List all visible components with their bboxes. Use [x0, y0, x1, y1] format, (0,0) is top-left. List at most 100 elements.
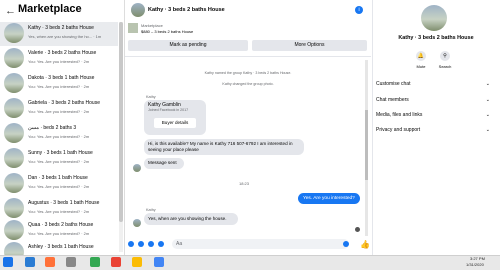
emoji-icon[interactable] [343, 241, 349, 247]
avatar [4, 48, 24, 68]
sender-name: Kathy [146, 95, 156, 99]
info-icon[interactable]: i [355, 6, 363, 14]
conversation-preview: You: Yes. Are you interested? · 2m [28, 84, 90, 89]
profile-card: Kathy Gamblin Joined Facebook in 2017 Bu… [144, 100, 206, 135]
conversation-name: Sunny · 3 beds 1 bath House [28, 150, 93, 156]
avatar [4, 98, 24, 118]
mute-icon[interactable]: 🔔 [416, 51, 426, 61]
mute-label: Mute [416, 64, 426, 69]
explorer-icon[interactable] [25, 257, 35, 267]
conversation-name: Kathy · 3 beds 2 baths House [28, 25, 94, 31]
conversation-name: Dan · 3 beds 1 bath House [28, 175, 88, 181]
conversation-item[interactable]: Valerie · 3 beds 2 baths House You: Yes.… [0, 47, 118, 71]
conversation-name: Dakota · 3 beds 1 bath House [28, 75, 95, 81]
message-bubble: Yes, when are you showing the house. [144, 213, 238, 225]
search-label: Search [438, 64, 452, 69]
chevron-down-icon: ⌄ [485, 81, 490, 87]
conversation-item[interactable]: Augustus · 3 beds 1 bath House You: Yes.… [0, 197, 118, 221]
read-receipt-icon [355, 227, 360, 232]
conversation-preview: You: Yes. Are you interested? · 2m [28, 209, 90, 214]
search-icon[interactable]: ⚲ [440, 51, 450, 61]
listing-title[interactable]: $880 – 3 beds 2 baths House [141, 29, 193, 34]
avatar [4, 242, 24, 255]
conversation-item[interactable]: Kathy · 3 beds 2 baths House Yes, when a… [0, 22, 118, 46]
conversation-item[interactable]: مسن · beds 2 baths 3 You: Yes. Are you i… [0, 122, 118, 146]
chrome-icon[interactable] [111, 257, 121, 267]
avatar [4, 220, 24, 240]
conversation-name: Augustus · 3 beds 1 bath House [28, 200, 100, 206]
section-label: Media, files and links [376, 112, 423, 118]
timestamp: 18:23 [239, 181, 250, 186]
more-options-button[interactable]: More Options [252, 40, 367, 51]
message-input[interactable] [172, 239, 349, 249]
avatar [4, 198, 24, 218]
conversation-name: Ashley · 3 beds 1 bath House [28, 244, 94, 250]
conversation-name: Valerie · 3 beds 2 baths House [28, 50, 97, 56]
section-chat-members[interactable]: Chat members ⌄ [376, 97, 492, 109]
avatar [4, 73, 24, 93]
gif-icon[interactable] [158, 241, 164, 247]
conversation-preview: You: Yes. Are you interested? · 2m [28, 231, 90, 236]
chevron-down-icon: ⌄ [485, 127, 490, 133]
conversation-preview: You: Yes. Are you interested? · 2m [28, 134, 90, 139]
arrow-left-icon[interactable]: ← [5, 5, 16, 17]
conversation-item[interactable]: Dan · 3 beds 1 bath House You: Yes. Are … [0, 172, 118, 196]
conversation-preview: Yes, when are you showing the ho... · 1m [28, 34, 102, 39]
avatar [4, 123, 24, 143]
avatar [133, 219, 141, 227]
system-message: Kathy named the group Kathy · 3 beds 2 b… [204, 71, 292, 75]
chat-scrollbar-thumb[interactable] [365, 110, 368, 180]
chevron-down-icon: ⌄ [485, 112, 490, 118]
section-label: Customise chat [376, 81, 411, 87]
chrome-icon[interactable] [90, 257, 100, 267]
sidebar-scrollbar-thumb[interactable] [119, 22, 123, 222]
chrome-icon[interactable] [132, 257, 142, 267]
buyer-details-button[interactable]: Buyer details [154, 118, 196, 128]
avatar [131, 3, 145, 17]
card-subtitle: Joined Facebook in 2017 [148, 108, 189, 112]
listing-label: Marketplace [141, 23, 163, 28]
firefox-icon[interactable] [45, 257, 55, 267]
details-name: Kathy · 3 beds 2 baths House [398, 35, 474, 41]
section-media-files-links[interactable]: Media, files and links ⌄ [376, 112, 492, 124]
avatar [4, 173, 24, 193]
system-message: Kathy changed the group photo. [222, 82, 274, 86]
avatar [4, 148, 24, 168]
clock-date: 1/31/2020 [466, 262, 484, 267]
avatar [133, 164, 141, 172]
conversation-preview: You: Yes. Are you interested? · 2m [28, 159, 90, 164]
conversation-name: مسن · beds 2 baths 3 [28, 125, 77, 131]
conversation-preview: You: Yes. Are you interested? · 2m [28, 184, 90, 189]
plus-icon[interactable] [128, 241, 134, 247]
start-icon[interactable] [3, 257, 13, 267]
conversation-item[interactable]: Sunny · 3 beds 1 bath House You: Yes. Ar… [0, 147, 118, 171]
message-placeholder: Aa [176, 241, 183, 247]
avatar [421, 5, 447, 31]
section-privacy-support[interactable]: Privacy and support ⌄ [376, 127, 492, 139]
conversation-preview: You: Yes. Are you interested? · 2m [28, 109, 90, 114]
listing-thumbnail [128, 23, 138, 33]
avatar [4, 23, 24, 43]
my-message-bubble: Yes. Are you interested? [298, 193, 360, 204]
sidebar-title: Marketplace [18, 3, 82, 15]
app-icon[interactable] [66, 257, 76, 267]
sender-name: Kathy [146, 208, 156, 212]
chat-title: Kathy · 3 beds 2 baths House [148, 7, 225, 13]
message-bubble: Hi, is this available? My name is Kathy … [144, 139, 304, 155]
clock-time: 3:27 PM [470, 256, 485, 261]
message-bubble: Message sent [144, 158, 184, 169]
conversation-name: Gabriela · 3 beds 2 baths House [28, 100, 100, 106]
sticker-icon[interactable] [148, 241, 154, 247]
conversation-item[interactable]: Dakota · 3 beds 1 bath House You: Yes. A… [0, 72, 118, 96]
image-icon[interactable] [138, 241, 144, 247]
conversation-item[interactable]: Quaa · 3 beds 2 baths House You: Yes. Ar… [0, 219, 118, 243]
mark-pending-button[interactable]: Mark as pending [128, 40, 248, 51]
chrome-icon[interactable] [154, 257, 164, 267]
conversation-item[interactable]: Ashley · 3 beds 1 bath House [0, 241, 118, 255]
conversation-preview: You: Yes. Are you interested? · 2m [28, 59, 90, 64]
chevron-down-icon: ⌄ [485, 97, 490, 103]
section-label: Chat members [376, 97, 409, 103]
conversation-item[interactable]: Gabriela · 3 beds 2 baths House You: Yes… [0, 97, 118, 121]
thumbs-up-icon[interactable]: 👍 [360, 240, 370, 249]
section-customise-chat[interactable]: Customise chat ⌄ [376, 81, 492, 93]
